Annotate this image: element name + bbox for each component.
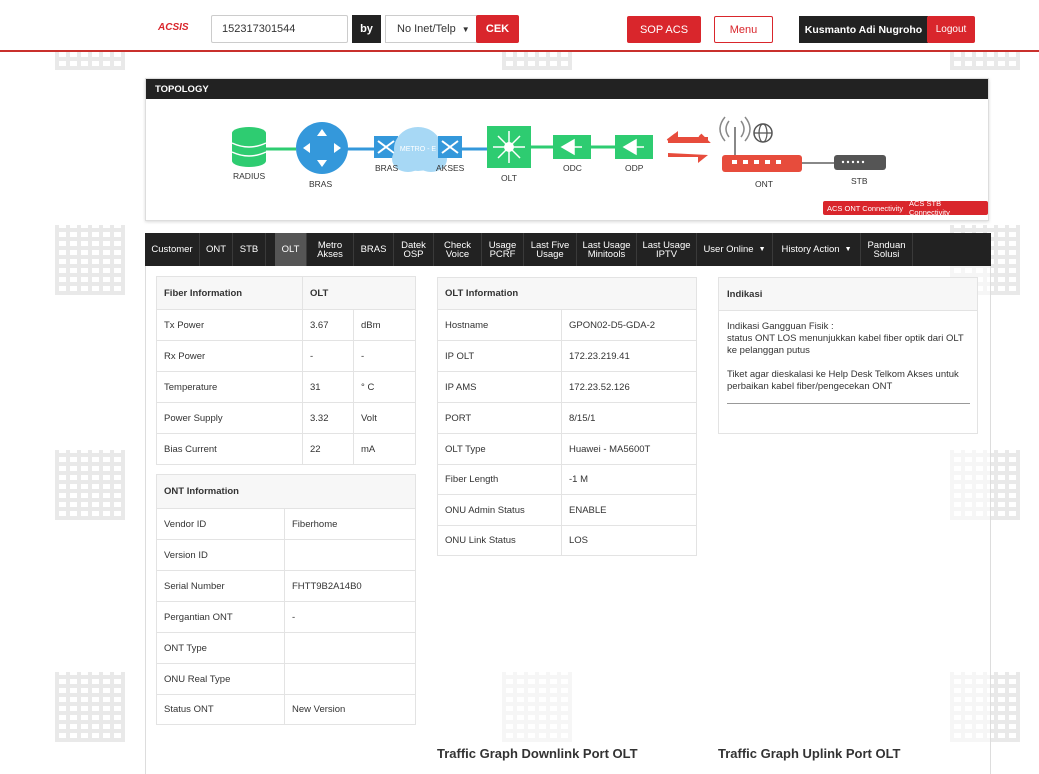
tab-panduan-solusi[interactable]: Panduan Solusi (861, 233, 913, 266)
table-row: Fiber Length -1 M (437, 464, 697, 495)
table-row: Vendor ID Fiberhome (156, 508, 416, 540)
app-logo[interactable]: ACSIS (158, 22, 189, 33)
tab-check-voice[interactable]: Check Voice (434, 233, 482, 266)
tab-last-usage-iptv[interactable]: Last Usage IPTV (637, 233, 697, 266)
olt-label: OLT (501, 173, 517, 183)
radius-label: RADIUS (233, 171, 266, 181)
table-row: Status ONT New Version (156, 694, 416, 725)
bidirectional-arrow-icon (666, 131, 711, 163)
olt-switch-icon (487, 126, 531, 168)
stb-label: STB (851, 176, 868, 186)
tab-last-usage-minitools[interactable]: Last Usage Minitools (577, 233, 637, 266)
search-input[interactable] (211, 15, 348, 43)
globe-icon (753, 123, 773, 143)
watermark-qr (55, 450, 125, 520)
table-row: IP AMS 172.23.52.126 (437, 371, 697, 403)
tab-olt[interactable]: OLT (275, 233, 307, 266)
tab-datek-osp[interactable]: Datek OSP (394, 233, 434, 266)
table-row: Rx Power - - (156, 340, 416, 372)
table-row: Version ID (156, 539, 416, 571)
table-row: Serial Number FHTT9B2A14B0 (156, 570, 416, 602)
table-row: Hostname GPON02-D5-GDA-2 (437, 309, 697, 341)
watermark-qr (55, 225, 125, 295)
ont-info-table: ONT Information Vendor ID Fiberhome Versi… (156, 474, 416, 725)
table-row: Bias Current 22 mA (156, 433, 416, 465)
indikasi-status: status ONT LOS menunjukkan kabel fiber o… (727, 333, 964, 356)
table-row: ONT Type (156, 632, 416, 664)
topology-panel: TOPOLOGY METRO - E RADIUS BRAS BRAS AKSE… (145, 78, 989, 221)
caret-down-icon: ▼ (758, 246, 766, 253)
tab-metro-akses[interactable]: Metro Akses (307, 233, 354, 266)
router-icon (296, 122, 348, 174)
bras-label: BRAS (309, 179, 333, 189)
tab-usage-pcrf[interactable]: Usage PCRF (482, 233, 524, 266)
tab-navbar: Customer ONT STB OLT Metro Akses BRAS Dat… (145, 233, 991, 266)
tab-customer[interactable]: Customer (145, 233, 200, 266)
tab-ont[interactable]: ONT (200, 233, 233, 266)
indikasi-action: Tiket agar dieskalasi ke Help Desk Telko… (727, 369, 959, 392)
table-row: ONU Real Type (156, 663, 416, 695)
metro-label: METRO - E (400, 146, 436, 153)
table-row: OLT Type Huawei - MA5600T (437, 433, 697, 465)
search-type-select[interactable]: No Inet/Telp ▼ (385, 15, 477, 43)
uplink-graph-title: Traffic Graph Uplink Port OLT (718, 746, 901, 761)
tab-history-action[interactable]: History Action ▼ (773, 233, 861, 266)
user-name: Kusmanto Adi Nugroho (799, 16, 928, 43)
table-row: IP OLT 172.23.219.41 (437, 340, 697, 372)
menu-button[interactable]: Menu (714, 16, 773, 43)
fiber-info-table: Fiber Information OLT Tx Power 3.67 dBm Rx… (156, 276, 416, 465)
table-row: PORT 8/15/1 (437, 402, 697, 434)
acs-stb-connectivity-button[interactable]: ACS STB Connectivity (905, 199, 988, 217)
table-header: OLT (302, 276, 416, 310)
tab-last-five-usage[interactable]: Last Five Usage (524, 233, 577, 266)
table-row: Temperature 31 ° C (156, 371, 416, 403)
caret-down-icon: ▼ (844, 246, 852, 253)
table-row: Pergantian ONT - (156, 601, 416, 633)
tab-user-online[interactable]: User Online ▼ (697, 233, 773, 266)
table-row: Tx Power 3.67 dBm (156, 309, 416, 341)
search-type-value: No Inet/Telp (397, 23, 456, 35)
acs-ont-connectivity-button[interactable]: ACS ONT Connectivity (823, 201, 908, 215)
table-header: ONT Information (156, 474, 416, 509)
switch-icon (438, 136, 462, 158)
indikasi-title: Indikasi (719, 278, 977, 311)
logout-button[interactable]: Logout (927, 16, 975, 43)
database-icon (231, 127, 267, 167)
cek-button[interactable]: CEK (476, 15, 519, 43)
by-label: by (352, 15, 381, 43)
olt-info-table: OLT Information Hostname GPON02-D5-GDA-2 … (437, 277, 697, 556)
divider (727, 403, 970, 404)
odp-icon (615, 135, 653, 159)
ont-label: ONT (755, 179, 773, 189)
table-header: OLT Information (437, 277, 697, 310)
odc-icon (553, 135, 591, 159)
caret-down-icon: ▼ (461, 24, 470, 34)
topology-title: TOPOLOGY (146, 79, 988, 99)
indikasi-panel: Indikasi Indikasi Gangguan Fisik : statu… (718, 277, 978, 434)
table-row: ONU Link Status LOS (437, 525, 697, 556)
stb-icon (834, 155, 886, 170)
akses-label: AKSES (436, 163, 465, 173)
downlink-graph-title: Traffic Graph Downlink Port OLT (437, 746, 638, 761)
tab-stb[interactable]: STB (233, 233, 266, 266)
table-row: Power Supply 3.32 Volt (156, 402, 416, 434)
tab-bras[interactable]: BRAS (354, 233, 394, 266)
bras2-label: BRAS (375, 163, 399, 173)
odc-label: ODC (563, 163, 582, 173)
table-header: Fiber Information (156, 276, 303, 310)
sop-acs-button[interactable]: SOP ACS (627, 16, 701, 43)
odp-label: ODP (625, 163, 644, 173)
indikasi-heading: Indikasi Gangguan Fisik : (727, 321, 834, 332)
table-row: ONU Admin Status ENABLE (437, 494, 697, 526)
watermark-qr (55, 672, 125, 742)
